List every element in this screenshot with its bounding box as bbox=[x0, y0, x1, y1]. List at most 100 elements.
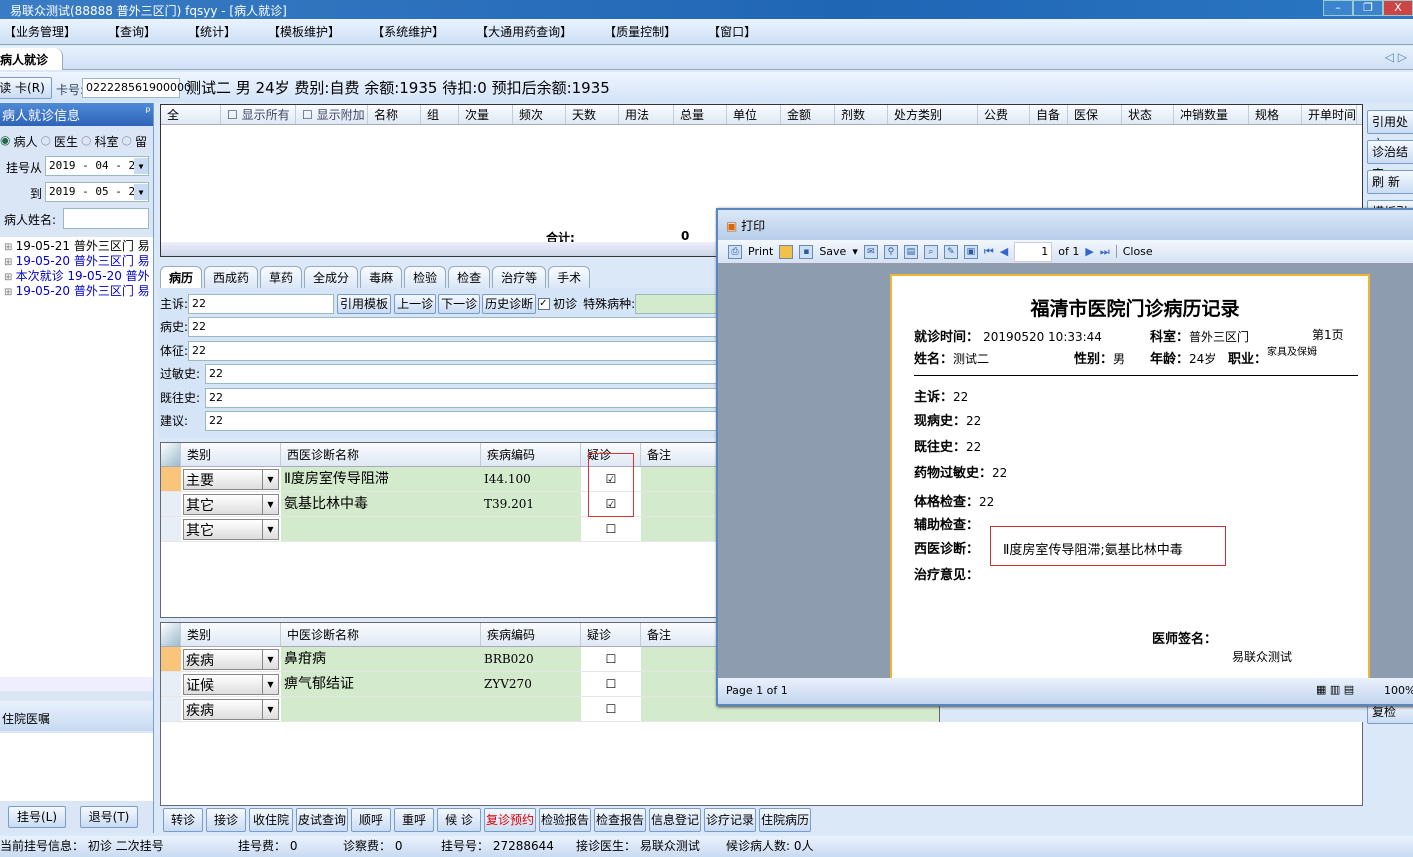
column-header[interactable]: 组 bbox=[421, 105, 459, 124]
record-tab[interactable]: 手术 bbox=[548, 266, 591, 288]
patient-name-input[interactable] bbox=[63, 208, 149, 229]
record-tab[interactable]: 西成药 bbox=[204, 266, 259, 288]
action-button[interactable]: 复诊预约 bbox=[484, 808, 536, 832]
dropdown-icon[interactable]: ▼ bbox=[134, 158, 148, 174]
row-selector[interactable] bbox=[161, 647, 181, 671]
field-input[interactable]: 22 bbox=[205, 410, 720, 431]
column-header[interactable]: 次量 bbox=[459, 105, 513, 124]
printer-icon[interactable]: ⎙ bbox=[728, 244, 742, 259]
save-dropdown-icon[interactable]: ▾ bbox=[852, 245, 858, 258]
dropdown-icon[interactable]: ▼ bbox=[262, 650, 278, 669]
row-selector[interactable] bbox=[161, 467, 181, 491]
column-header[interactable]: 开单时间 bbox=[1302, 105, 1357, 124]
right-button[interactable]: 诊治结束 bbox=[1367, 140, 1413, 181]
category-select[interactable]: 主要 ▼ bbox=[183, 469, 279, 490]
column-header[interactable]: 类别 bbox=[181, 443, 281, 466]
first-page-icon[interactable]: ⏮ bbox=[984, 245, 994, 259]
action-button[interactable]: 重呼 bbox=[394, 808, 434, 832]
read-card-button[interactable]: 读 卡(R) bbox=[0, 77, 52, 99]
expand-icon[interactable]: ⊞ bbox=[4, 287, 16, 298]
record-tab[interactable]: 治疗等 bbox=[492, 266, 547, 288]
action-button[interactable]: 顺呼 bbox=[351, 808, 391, 832]
category-select[interactable]: 疾病 ▼ bbox=[183, 699, 279, 720]
suspect-checkbox[interactable]: ☐ bbox=[581, 697, 641, 721]
row-selector[interactable] bbox=[161, 697, 181, 721]
inpatient-orders-header[interactable]: 住院医嘱 bbox=[0, 701, 153, 731]
column-header[interactable]: 剂数 bbox=[835, 105, 888, 124]
tree-item[interactable]: ⊞ 19-05-20 普外三区门 易 bbox=[0, 252, 153, 268]
select-all-header[interactable]: 全 bbox=[161, 105, 221, 124]
column-header[interactable]: 疾病编码 bbox=[481, 443, 581, 466]
column-header[interactable]: 自备 bbox=[1030, 105, 1068, 124]
tree-item[interactable]: ⊞ 本次就诊 19-05-20 普外 bbox=[0, 267, 153, 283]
dropdown-icon[interactable]: ▼ bbox=[262, 520, 278, 539]
email-icon[interactable]: ✉ bbox=[863, 244, 878, 259]
to-date-picker[interactable]: 2019 - 05 - 21 ▼ bbox=[45, 182, 149, 202]
dropdown-icon[interactable]: ▼ bbox=[262, 495, 278, 514]
close-button[interactable]: Close bbox=[1115, 245, 1153, 258]
diagnosis-code[interactable] bbox=[481, 517, 581, 541]
column-header[interactable]: 天数 bbox=[566, 105, 619, 124]
field-input[interactable]: 22 bbox=[188, 316, 720, 337]
category-select[interactable]: 疾病 ▼ bbox=[183, 649, 279, 670]
view-mode-icons[interactable]: ▦ ▥ ▤ bbox=[1316, 683, 1354, 696]
diagnosis-name[interactable]: 痹气郁结证 bbox=[281, 672, 481, 696]
record-tab[interactable]: 草药 bbox=[260, 266, 303, 288]
suspect-checkbox[interactable]: ☐ bbox=[581, 517, 641, 541]
diagnosis-code[interactable]: I44.100 bbox=[481, 467, 581, 491]
category-select[interactable]: 其它 ▼ bbox=[183, 519, 279, 540]
action-button[interactable]: 信息登记 bbox=[649, 808, 701, 832]
row-selector[interactable] bbox=[161, 672, 181, 696]
column-header[interactable]: 疾病编码 bbox=[481, 623, 581, 646]
page-number-input[interactable]: 1 bbox=[1014, 241, 1053, 262]
field-input[interactable]: 22 bbox=[188, 340, 720, 361]
column-header[interactable]: 总量 bbox=[674, 105, 727, 124]
template-button[interactable]: 引用模板 bbox=[337, 293, 392, 314]
menu-item[interactable]: 【查询】 bbox=[108, 23, 156, 40]
tab-scroll-arrows[interactable]: ◁ ▷ bbox=[1385, 50, 1407, 64]
diagnosis-name[interactable]: 氨基比林中毒 bbox=[281, 492, 481, 516]
column-header[interactable]: 疑诊 bbox=[581, 623, 641, 646]
edit-icon[interactable]: ✎ bbox=[943, 244, 958, 259]
radio-label[interactable]: 病人 bbox=[13, 133, 37, 150]
action-button[interactable]: 候 诊 bbox=[437, 808, 481, 832]
dropdown-icon[interactable]: ▼ bbox=[262, 675, 278, 694]
action-button[interactable]: 接诊 bbox=[206, 808, 246, 832]
print-button[interactable]: Print bbox=[748, 245, 773, 258]
field-input[interactable]: 22 bbox=[205, 363, 720, 384]
save-button[interactable]: Save bbox=[819, 245, 846, 258]
save-icon[interactable]: ▪ bbox=[799, 244, 814, 259]
column-header[interactable]: 冲销数量 bbox=[1174, 105, 1249, 124]
radio-label[interactable]: 留 bbox=[135, 133, 147, 150]
show-all-checkbox[interactable]: ☐ 显示所有 bbox=[221, 105, 296, 124]
layout-icon[interactable]: ▤ bbox=[903, 244, 918, 259]
action-button[interactable]: 诊疗记录 bbox=[704, 808, 756, 832]
card-number-input[interactable]: 022228561900000 bbox=[82, 78, 191, 98]
diagnosis-name[interactable] bbox=[281, 697, 481, 721]
column-header[interactable]: 中医诊断名称 bbox=[281, 623, 481, 646]
show-extra-checkbox[interactable]: ☐ 显示附加 bbox=[296, 105, 368, 124]
find-icon[interactable]: ⚲ bbox=[883, 244, 898, 259]
from-date-picker[interactable]: 2019 - 04 - 21 ▼ bbox=[45, 156, 149, 176]
radio-icon[interactable]: ◉ bbox=[0, 133, 10, 150]
category-select[interactable]: 证候 ▼ bbox=[183, 674, 279, 695]
column-header[interactable]: 规格 bbox=[1249, 105, 1302, 124]
right-button[interactable]: 引用处方 bbox=[1367, 110, 1413, 151]
dropdown-icon[interactable]: ▼ bbox=[262, 700, 278, 719]
diagnosis-code[interactable] bbox=[481, 697, 581, 721]
next-page-icon[interactable]: ▶ bbox=[1085, 245, 1093, 258]
category-select[interactable]: 其它 ▼ bbox=[183, 494, 279, 515]
zoom-icon[interactable]: ⌕ bbox=[923, 244, 938, 259]
suspect-checkbox[interactable]: ☐ bbox=[581, 672, 641, 696]
diagnosis-code[interactable]: BRB020 bbox=[481, 647, 581, 671]
record-tab[interactable]: 全成分 bbox=[304, 266, 359, 288]
column-header[interactable]: 名称 bbox=[368, 105, 421, 124]
column-header[interactable]: 西医诊断名称 bbox=[281, 443, 481, 466]
menu-item[interactable]: 【质量控制】 bbox=[604, 23, 676, 40]
zoom-level[interactable]: 100% bbox=[1384, 684, 1413, 697]
dropdown-icon[interactable]: ▼ bbox=[134, 184, 148, 200]
diagnosis-code[interactable]: T39.201 bbox=[481, 492, 581, 516]
dropdown-icon[interactable]: ▼ bbox=[262, 470, 278, 489]
next-visit-button[interactable]: 下一诊 bbox=[438, 293, 481, 314]
diagnosis-name[interactable]: Ⅱ度房室传导阻滞 bbox=[281, 467, 481, 491]
